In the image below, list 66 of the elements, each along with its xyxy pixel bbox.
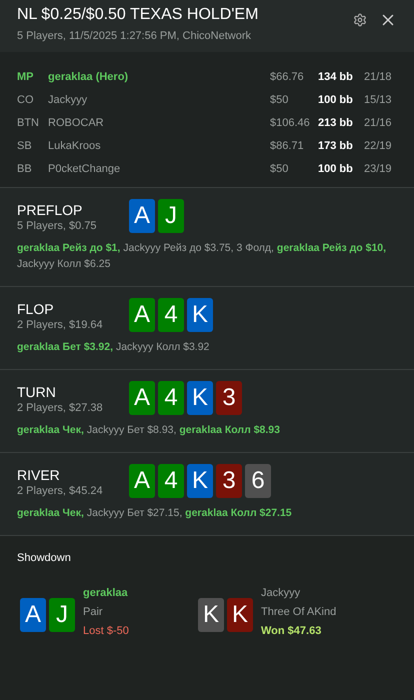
action-log: geraklaa Чек, Jackyyy Бет $27.15, geraklaa Колл $27.15 <box>17 506 293 520</box>
showdown-title: Showdown <box>17 550 72 566</box>
street-info: 2 Players, $27.38 <box>17 400 104 414</box>
player-position: CO <box>17 92 34 108</box>
playing-card: 4 <box>158 298 184 332</box>
player-stats: 21/16 <box>364 116 392 131</box>
playing-card: K <box>198 598 224 632</box>
player-position: MP <box>17 70 34 85</box>
showdown-player: geraklaa <box>83 586 129 601</box>
playing-card: A <box>129 298 155 332</box>
hand-subtitle: 5 Players, 11/5/2025 1:27:56 PM, ChicoNetwork <box>17 29 252 44</box>
street-name: FLOP <box>17 300 55 318</box>
playing-card: J <box>158 198 184 232</box>
playing-card: A <box>20 598 46 632</box>
action-log: geraklaa Чек, Jackyyy Бет $8.93, geraklaa Колл $8.93 <box>17 422 281 438</box>
player-stack: $50 <box>270 92 290 108</box>
playing-card: K <box>187 464 213 498</box>
settings-icon <box>353 13 367 27</box>
playing-card: 4 <box>158 464 184 498</box>
player-stats: 22/19 <box>364 138 392 154</box>
street-info: 2 Players, $45.24 <box>17 484 104 498</box>
street-name: RIVER <box>17 466 61 484</box>
player-name: ROBOCAR <box>48 116 105 131</box>
playing-card: A <box>129 464 155 498</box>
player-position: BTN <box>17 116 40 131</box>
player-name: geraklaa (Hero) <box>48 70 130 85</box>
player-stats: 21/18 <box>364 70 392 85</box>
street-name: TURN <box>17 384 57 400</box>
street-info: 5 Players, $0.75 <box>17 218 98 232</box>
playing-card: K <box>187 380 213 414</box>
hand-rank: Three Of AKind <box>261 605 336 620</box>
hand-result: Won $47.63 <box>261 624 322 639</box>
street-name: PREFLOP <box>17 202 84 218</box>
settings-button[interactable] <box>353 13 367 27</box>
playing-card: 3 <box>216 464 242 498</box>
hand-rank: Pair <box>83 605 104 620</box>
player-bb: 173 bb <box>318 138 354 154</box>
action-log: geraklaa Рейз до $1, Jackyyy Рейз до $3.75, 3 Фолд, geraklaa Рейз до $10, Jackyyy Колл $6.25 <box>17 240 388 272</box>
playing-card: 6 <box>245 464 271 498</box>
action-log: geraklaa Бет $3.92, Jackyyy Колл $3.92 <box>17 340 210 354</box>
playing-card: J <box>49 598 75 632</box>
playing-card: A <box>129 380 155 414</box>
player-stack: $50 <box>270 162 290 177</box>
player-position: BB <box>17 162 33 177</box>
player-stack: $106.46 <box>270 116 311 131</box>
window-title: NL $0.25/$0.50 TEXAS HOLD'EM <box>17 5 258 25</box>
showdown-player: Jackyyy <box>261 586 302 601</box>
player-stack: $66.76 <box>270 70 305 85</box>
player-bb: 100 bb <box>318 92 354 108</box>
player-position: SB <box>17 138 33 154</box>
playing-card: K <box>227 598 253 632</box>
player-stats: 23/19 <box>364 162 392 177</box>
player-name: Jackyyy <box>48 92 88 108</box>
player-bb: 100 bb <box>318 162 354 177</box>
playing-card: A <box>129 198 155 232</box>
player-stack: $86.71 <box>270 138 305 154</box>
street-info: 2 Players, $19.64 <box>17 318 104 332</box>
player-stats: 15/13 <box>364 92 392 108</box>
player-name: LukaKroos <box>48 138 102 154</box>
hand-result: Lost $-50 <box>83 624 129 639</box>
player-bb: 213 bb <box>318 116 354 131</box>
playing-card: K <box>187 298 213 332</box>
player-bb: 134 bb <box>318 70 354 85</box>
player-name: P0cketChange <box>48 162 122 177</box>
playing-card: 4 <box>158 380 184 414</box>
playing-card: 3 <box>216 380 242 414</box>
